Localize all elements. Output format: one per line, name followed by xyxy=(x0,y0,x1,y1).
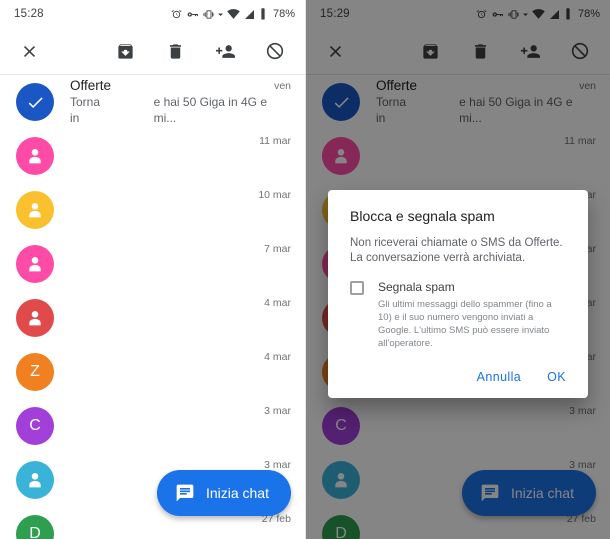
conversation-row[interactable]: C 3 mar xyxy=(0,399,305,453)
conversation-row[interactable]: Z 4 mar xyxy=(0,345,305,399)
toolbar-actions xyxy=(113,39,293,63)
conversation-date: 4 mar xyxy=(264,297,291,309)
block-icon[interactable] xyxy=(263,39,287,63)
avatar[interactable]: Z xyxy=(16,353,54,391)
person-icon xyxy=(29,257,41,272)
phone-screen-left: 15:28 78% Offerte Torna in e hai 50 Giga… xyxy=(0,0,305,539)
conversation-row[interactable]: 10 mar xyxy=(0,183,305,237)
close-icon[interactable] xyxy=(16,38,42,64)
dropdown-dot-icon xyxy=(217,13,223,16)
conversation-row[interactable]: 4 mar xyxy=(0,291,305,345)
dialog-title: Blocca e segnala spam xyxy=(350,208,495,224)
avatar[interactable]: C xyxy=(16,407,54,445)
avatar[interactable]: D xyxy=(16,515,54,539)
conversation-text: Offerte Torna in e hai 50 Giga in 4G e mi.… xyxy=(54,78,274,126)
avatar[interactable] xyxy=(16,191,54,229)
conversation-date: 3 mar xyxy=(264,405,291,417)
ok-button[interactable]: OK xyxy=(547,370,566,384)
archive-icon[interactable] xyxy=(113,39,137,63)
selection-toolbar-left xyxy=(0,28,305,74)
vibrate-icon xyxy=(203,9,214,19)
signal-icon xyxy=(244,9,254,19)
conversation-date: 7 mar xyxy=(264,243,291,255)
conversation-row[interactable]: Offerte Torna in e hai 50 Giga in 4G e mi.… xyxy=(0,75,305,129)
chat-bubble-icon xyxy=(176,484,194,502)
battery-icon xyxy=(261,8,265,20)
alarm-icon xyxy=(171,9,182,18)
conversation-date: 3 mar xyxy=(264,459,291,471)
block-spam-dialog: Blocca e segnala spam Non riceverai chia… xyxy=(328,190,588,398)
add-person-icon[interactable] xyxy=(213,39,237,63)
avatar[interactable] xyxy=(16,245,54,283)
conversation-date: ven xyxy=(274,80,291,92)
avatar[interactable] xyxy=(16,299,54,337)
delete-icon[interactable] xyxy=(163,39,187,63)
cancel-button[interactable]: Annulla xyxy=(477,370,522,384)
conversation-row[interactable]: 11 mar xyxy=(0,129,305,183)
report-spam-checkbox[interactable] xyxy=(350,281,364,295)
battery-percent: 78% xyxy=(272,8,295,20)
report-spam-checkbox-row[interactable]: Segnala spam Gli ultimi messaggi dello s… xyxy=(328,279,588,356)
conversation-date: 4 mar xyxy=(264,351,291,363)
key-icon xyxy=(187,11,198,17)
screenshot-pair: 15:28 78% Offerte Torna in e hai 50 Giga… xyxy=(0,0,610,539)
conversation-date: 10 mar xyxy=(258,189,291,201)
conversation-snippet: Torna in e hai 50 Giga in 4G e mi... xyxy=(70,95,267,125)
avatar[interactable] xyxy=(16,83,54,121)
phone-screen-right: 15:29 78% Offerte Torna in e hai 50 Giga… xyxy=(305,0,610,539)
person-icon xyxy=(29,311,41,326)
avatar[interactable] xyxy=(16,461,54,499)
person-icon xyxy=(29,149,41,164)
conversation-title: Offerte xyxy=(70,78,112,93)
dialog-actions: Annulla OK xyxy=(328,356,588,394)
avatar[interactable] xyxy=(16,137,54,175)
dialog-body: Non riceverai chiamate o SMS da Offerte.… xyxy=(350,237,563,264)
person-icon xyxy=(29,473,41,488)
status-bar-left: 15:28 78% xyxy=(0,0,305,28)
status-icons: 78% xyxy=(171,8,295,20)
person-icon xyxy=(29,203,41,218)
checkbox-description: Gli ultimi messaggi dello spammer (fino … xyxy=(378,299,552,349)
conversation-date: 11 mar xyxy=(259,135,291,147)
check-icon xyxy=(28,96,43,108)
start-chat-fab[interactable]: Inizia chat xyxy=(156,470,291,516)
wifi-icon xyxy=(227,8,240,19)
conversation-row[interactable]: 7 mar xyxy=(0,237,305,291)
checkbox-label: Segnala spam xyxy=(378,280,455,294)
fab-label: Inizia chat xyxy=(205,485,269,501)
status-time: 15:28 xyxy=(14,8,44,20)
